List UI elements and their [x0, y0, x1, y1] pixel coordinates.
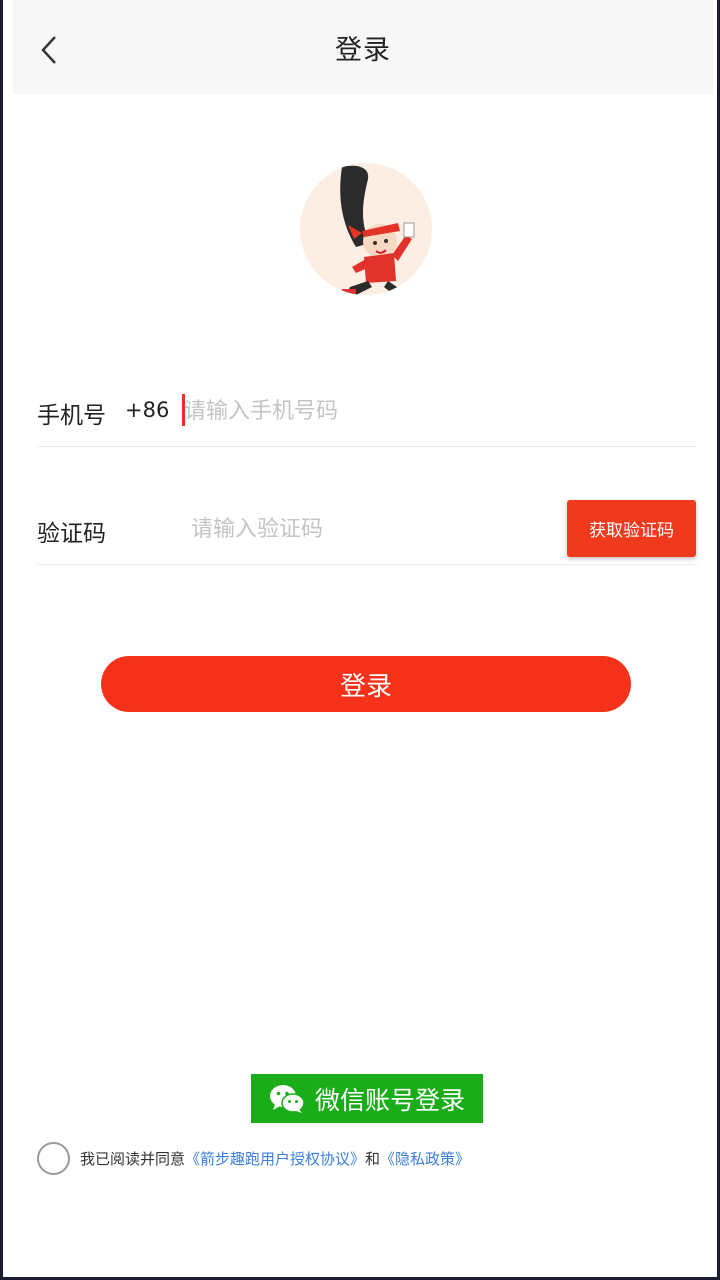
wechat-login-label: 微信账号登录	[314, 1085, 465, 1115]
page-title: 登录	[335, 35, 391, 66]
wechat-icon	[269, 1084, 305, 1113]
agreement-row: 我已阅读并同意 《箭步趣跑用户授权协议》 和 《隐私政策》	[37, 1141, 470, 1175]
navigation-bar: 登录	[13, 0, 713, 94]
mascot-avatar	[300, 163, 432, 295]
agree-checkbox[interactable]	[37, 1141, 70, 1175]
phone-label: 手机号	[37, 403, 106, 429]
code-label: 验证码	[37, 521, 106, 547]
app-screen: 登录 手机号 +86 验证码 获取验证	[0, 0, 720, 1280]
country-code[interactable]: +86	[125, 398, 169, 422]
divider	[37, 446, 697, 447]
get-code-button[interactable]: 获取验证码	[567, 500, 696, 557]
code-input[interactable]	[191, 512, 551, 546]
agreement-and: 和	[365, 1149, 381, 1168]
phone-input[interactable]	[184, 394, 684, 428]
wechat-login-button[interactable]: 微信账号登录	[251, 1074, 483, 1123]
login-button[interactable]: 登录	[101, 656, 631, 712]
agreement-text: 我已阅读并同意	[80, 1149, 186, 1168]
privacy-policy-link[interactable]: 《隐私政策》	[380, 1148, 470, 1169]
user-agreement-link[interactable]: 《箭步趣跑用户授权协议》	[185, 1148, 365, 1169]
divider	[37, 564, 697, 565]
